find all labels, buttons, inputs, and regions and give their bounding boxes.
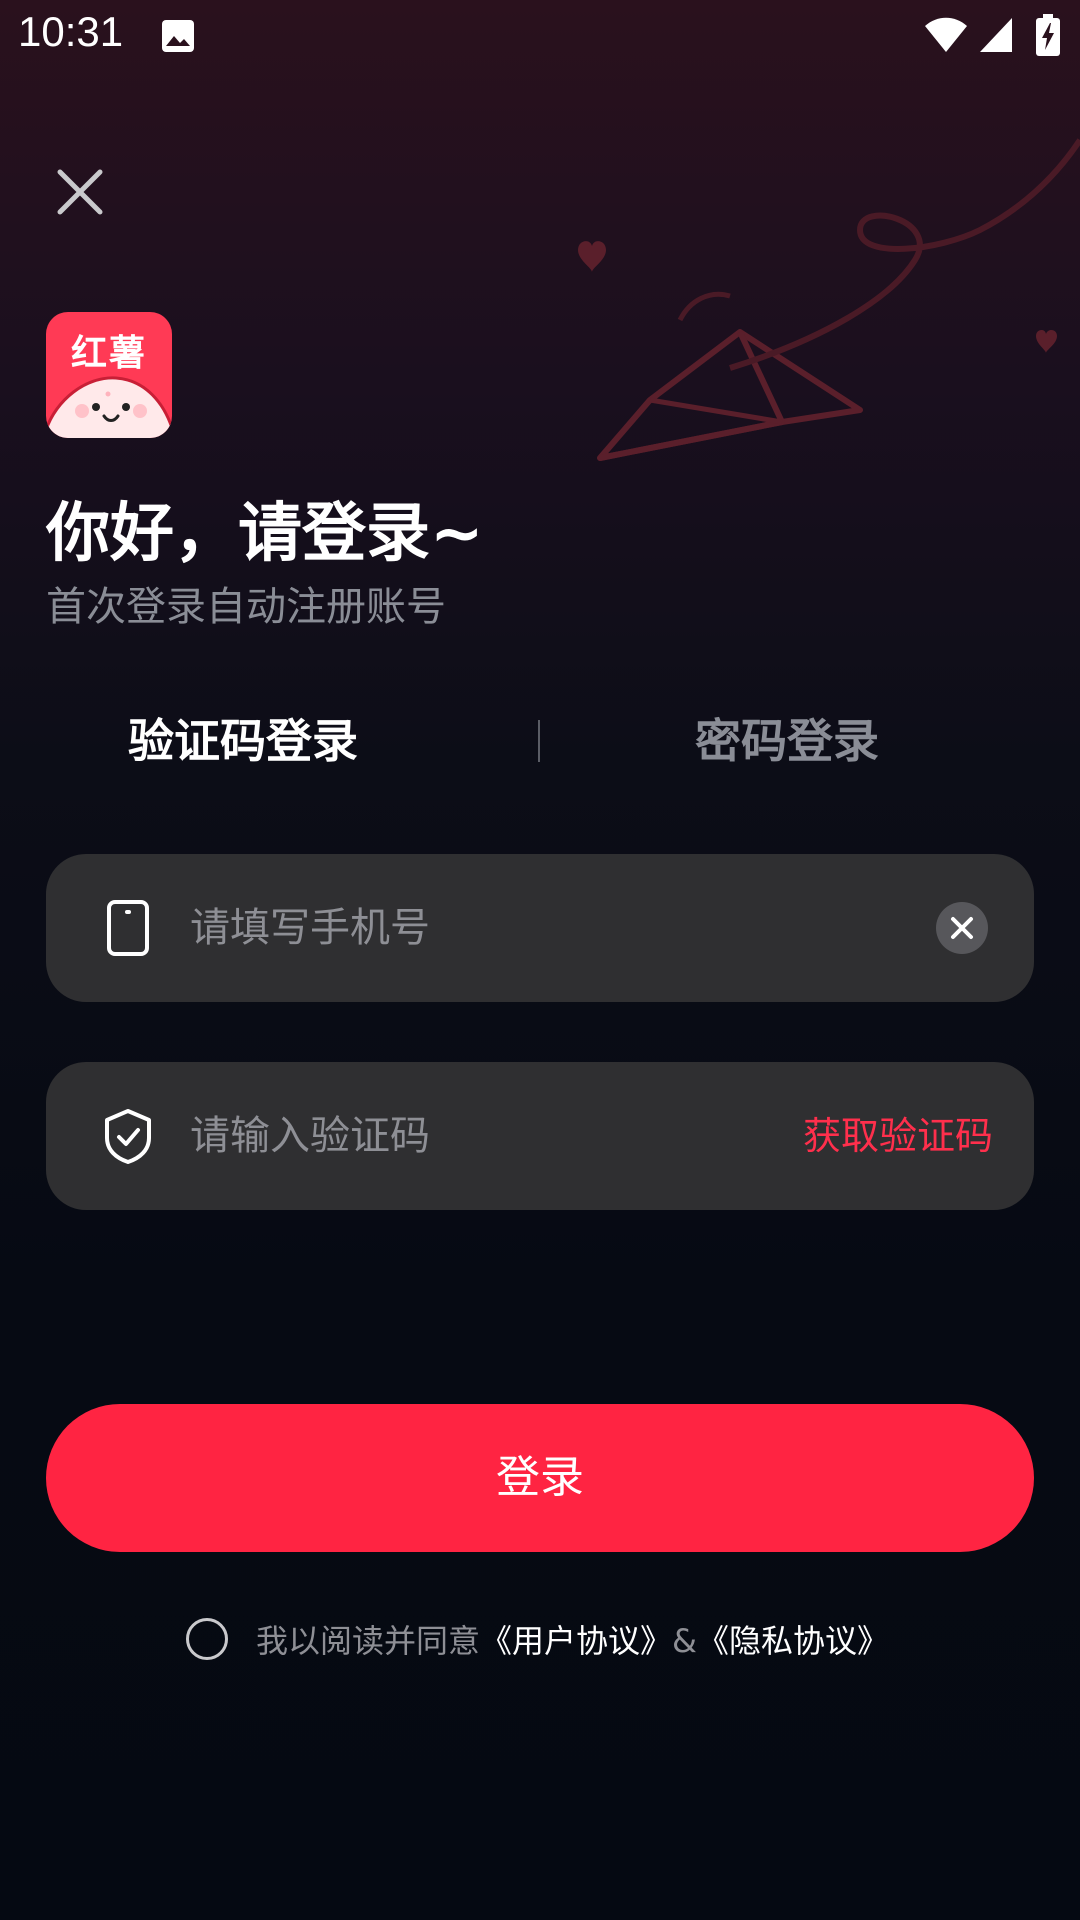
close-button[interactable]	[52, 164, 108, 220]
logo-text: 红薯	[70, 333, 147, 374]
status-time: 10:31	[18, 8, 124, 55]
clear-icon	[951, 917, 973, 939]
close-icon	[57, 169, 103, 215]
agreement-text: 我以阅读并同意《用户协议》&《隐私协议》	[256, 1616, 889, 1666]
phone-field	[46, 854, 1034, 1002]
phone-icon	[100, 900, 156, 956]
agreement-separator: &	[672, 1622, 697, 1660]
paper-plane-decoration	[578, 138, 1080, 461]
battery-charging-icon	[1036, 14, 1060, 56]
login-button[interactable]: 登录	[46, 1404, 1034, 1552]
verification-code-field: 获取验证码	[46, 1062, 1034, 1210]
agreement-prefix: 我以阅读并同意	[256, 1622, 481, 1660]
phone-input[interactable]	[190, 898, 790, 958]
wifi-icon	[924, 16, 968, 54]
agreement-row: 我以阅读并同意《用户协议》&《隐私协议》	[186, 1616, 946, 1666]
page-title: 你好，请登录~	[46, 497, 484, 571]
agreement-checkbox[interactable]	[186, 1618, 228, 1660]
app-logo: 红薯	[46, 312, 172, 438]
privacy-agreement-link[interactable]: 《隐私协议》	[697, 1622, 889, 1660]
tab-code-login[interactable]: 验证码登录	[0, 706, 490, 776]
user-agreement-link[interactable]: 《用户协议》	[480, 1622, 672, 1660]
verification-code-input[interactable]	[190, 1106, 750, 1166]
login-tabs: 验证码登录 密码登录	[46, 706, 1034, 776]
tab-password-login[interactable]: 密码登录	[540, 706, 1034, 776]
clear-phone-button[interactable]	[936, 902, 988, 954]
get-code-button[interactable]: 获取验证码	[786, 1106, 1010, 1166]
status-bar: 10:31	[0, 0, 1080, 72]
signal-icon	[978, 16, 1014, 54]
image-icon	[160, 18, 196, 54]
shield-check-icon	[100, 1108, 156, 1164]
page-subtitle: 首次登录自动注册账号	[46, 584, 446, 630]
